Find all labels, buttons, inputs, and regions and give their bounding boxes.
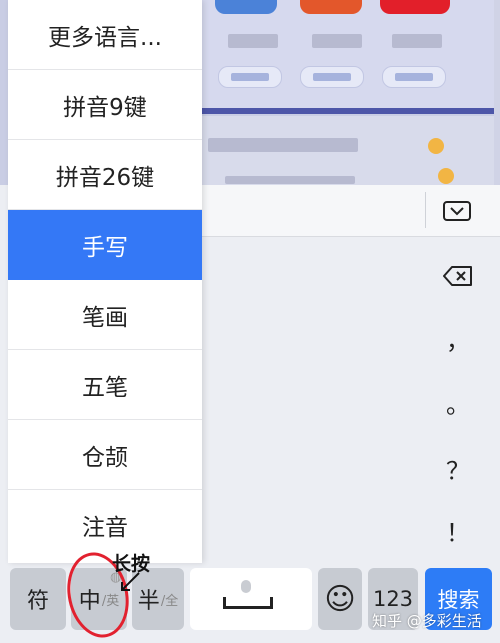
menu-item-more-languages[interactable]: 更多语言... [8, 0, 202, 70]
period-key[interactable]: 。 [430, 382, 486, 422]
blurred-text [312, 34, 362, 48]
app-edge [494, 0, 500, 185]
blurred-text [225, 176, 355, 184]
symbol-key[interactable]: 符 [10, 568, 66, 630]
status-dot [428, 138, 444, 154]
blurred-text [392, 34, 442, 48]
language-menu: 更多语言... 拼音9键 拼音26键 手写 笔画 五笔 仓颉 注音 [8, 0, 202, 563]
menu-item-cangjie[interactable]: 仓颉 [8, 420, 202, 490]
blurred-pill [382, 66, 446, 88]
emoji-icon[interactable]: ☺ [318, 568, 362, 630]
blurred-pill [218, 66, 282, 88]
blurred-text [208, 138, 358, 152]
menu-item-pinyin-9[interactable]: 拼音9键 [8, 70, 202, 140]
annotation-arrow-icon [121, 572, 140, 591]
toolbar-divider [425, 192, 426, 228]
app-card [200, 0, 500, 110]
space-icon [223, 597, 273, 609]
chevron-down-icon[interactable] [443, 201, 471, 221]
question-key[interactable]: ？ [430, 448, 486, 488]
app-divider [200, 108, 500, 114]
blurred-text [228, 34, 278, 48]
app-tile-red [380, 0, 450, 14]
app-tile-orange [300, 0, 362, 14]
backspace-icon[interactable] [430, 256, 486, 296]
comma-key[interactable]: ， [430, 318, 486, 358]
menu-item-handwriting[interactable]: 手写 [8, 210, 202, 280]
menu-item-pinyin-26[interactable]: 拼音26键 [8, 140, 202, 210]
width-sub-label: /全 [160, 593, 179, 609]
app-tile-blue [215, 0, 277, 14]
exclamation-key[interactable]: ！ [430, 510, 486, 550]
status-dot [438, 168, 454, 184]
menu-item-zhuyin[interactable]: 注音 [8, 490, 202, 560]
menu-item-stroke[interactable]: 笔画 [8, 280, 202, 350]
blurred-pill [300, 66, 364, 88]
microphone-icon [241, 580, 251, 593]
watermark: 知乎 @多彩生活 [372, 612, 482, 630]
menu-item-wubi[interactable]: 五笔 [8, 350, 202, 420]
